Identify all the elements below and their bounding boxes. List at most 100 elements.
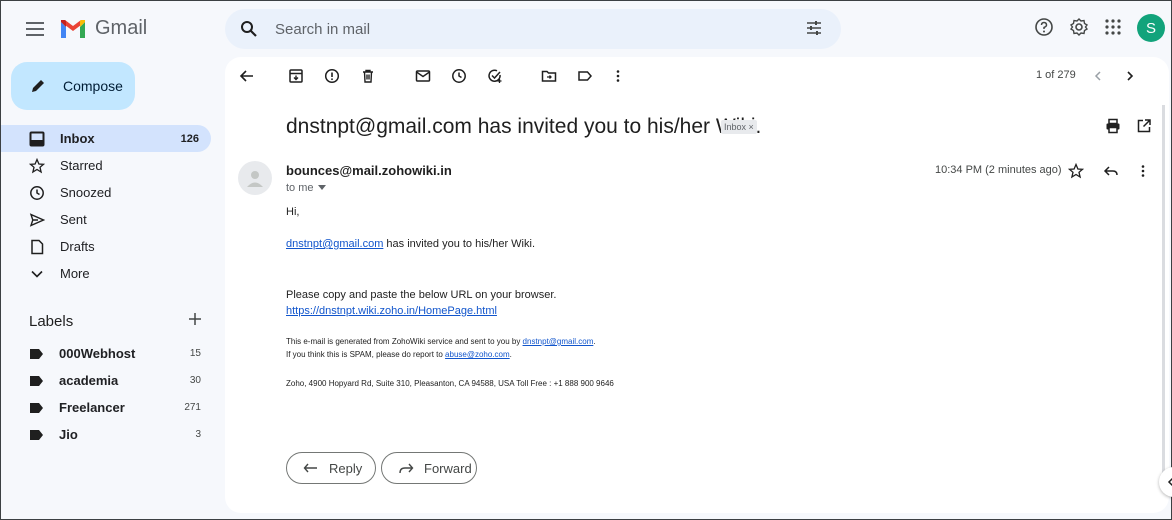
invite-text: has invited you to his/her Wiki. [383, 238, 535, 250]
caret-down-icon [317, 185, 326, 190]
more-vert-icon [1141, 165, 1145, 177]
label-tag-icon [30, 348, 43, 359]
add-to-tasks-button[interactable] [484, 65, 506, 87]
draft-icon [27, 239, 47, 255]
gmail-m-icon [61, 19, 85, 38]
delete-button[interactable] [357, 65, 379, 87]
more-vert-icon [616, 70, 620, 82]
footer-text: . [593, 337, 596, 346]
abuse-email-link[interactable]: abuse@zoho.com [445, 350, 510, 359]
report-spam-button[interactable] [321, 65, 343, 87]
reply-icon-button[interactable] [1100, 160, 1122, 182]
star-icon [27, 157, 47, 174]
forward-button[interactable]: Forward [381, 452, 477, 484]
unread-count: 126 [180, 132, 199, 145]
older-button[interactable] [1119, 65, 1141, 87]
forward-label: Forward [424, 460, 472, 476]
clock-icon [27, 185, 47, 201]
sidebar-item-label: Sent [60, 212, 87, 227]
main-menu-button[interactable] [23, 17, 47, 41]
reply-label: Reply [329, 460, 363, 476]
label-count: 30 [189, 375, 201, 386]
inbox-label-chip[interactable]: Inbox × [721, 120, 757, 134]
apps-grid-icon[interactable] [1099, 13, 1127, 41]
print-button[interactable] [1102, 115, 1124, 137]
pagination-text: 1 of 279 [1036, 69, 1076, 81]
label-tag-icon [30, 402, 43, 413]
message-more-button[interactable] [1132, 160, 1154, 182]
scrollbar[interactable] [1162, 105, 1165, 477]
inviter-link[interactable]: dnstnpt@gmail.com [286, 238, 383, 250]
sidebar-item-label: Drafts [60, 239, 95, 254]
search-icon[interactable] [237, 17, 261, 41]
chevron-down-icon [27, 266, 47, 282]
settings-gear-icon[interactable] [1065, 13, 1093, 41]
open-new-window-button[interactable] [1133, 115, 1155, 137]
label-count: 3 [195, 429, 201, 440]
recipient-details[interactable]: to me [286, 182, 326, 194]
gmail-logo[interactable]: Gmail [59, 17, 147, 40]
sidebar-item-drafts[interactable]: Drafts [1, 233, 211, 260]
archive-icon [289, 69, 303, 83]
labels-button[interactable] [574, 65, 596, 87]
email-greeting: Hi, [286, 206, 300, 218]
footer-email-link[interactable]: dnstnpt@gmail.com [523, 337, 594, 346]
search-input[interactable] [275, 20, 775, 38]
sidebar-item-sent[interactable]: Sent [1, 206, 211, 233]
labels-heading: Labels [29, 313, 74, 330]
create-label-button[interactable] [187, 311, 203, 327]
more-options-button[interactable] [607, 65, 629, 87]
forward-icon [399, 463, 414, 474]
mail-icon [415, 70, 431, 82]
label-tag-icon [30, 429, 43, 440]
label-name: Freelancer [59, 400, 125, 415]
support-icon[interactable] [1030, 13, 1058, 41]
folder-move-icon [541, 70, 557, 82]
label-item[interactable]: Freelancer 271 [1, 394, 211, 421]
wiki-url-link[interactable]: https://dnstnpt.wiki.zoho.in/HomePage.ht… [286, 305, 497, 317]
clock-icon [452, 69, 466, 83]
trash-icon [363, 69, 373, 83]
sidebar-item-snoozed[interactable]: Snoozed [1, 179, 211, 206]
arrow-back-icon [239, 70, 253, 82]
search-options-icon[interactable] [805, 19, 823, 37]
menu-icon [26, 22, 44, 36]
mark-unread-button[interactable] [412, 65, 434, 87]
company-address: Zoho, 4900 Hopyard Rd, Suite 310, Pleasa… [286, 379, 614, 388]
compose-button[interactable]: Compose [11, 62, 135, 110]
label-item[interactable]: academia 30 [1, 367, 211, 394]
footer-text: This e-mail is generated from ZohoWiki s… [286, 337, 523, 346]
reply-button[interactable]: Reply [286, 452, 376, 484]
account-avatar[interactable]: S [1137, 14, 1165, 42]
sidebar-item-more[interactable]: More [1, 260, 211, 287]
person-icon [247, 171, 263, 187]
search-bar[interactable] [225, 9, 841, 49]
label-name: 000Webhost [59, 346, 136, 361]
sidebar-item-label: Starred [60, 158, 103, 173]
email-subject: dnstnpt@gmail.com has invited you to his… [286, 115, 762, 138]
star-button[interactable] [1065, 160, 1087, 182]
chevron-left-icon [1094, 71, 1101, 81]
sender-avatar[interactable] [238, 161, 272, 195]
star-icon [1068, 163, 1084, 179]
footer-line-2: If you think this is SPAM, please do rep… [286, 350, 512, 359]
label-item[interactable]: 000Webhost 15 [1, 340, 211, 367]
sidebar-item-starred[interactable]: Starred [1, 152, 211, 179]
open-in-new-icon [1137, 119, 1151, 133]
label-count: 15 [189, 348, 201, 359]
back-button[interactable] [236, 65, 258, 87]
chevron-right-icon [1127, 71, 1134, 81]
snooze-button[interactable] [448, 65, 470, 87]
footer-text: If you think this is SPAM, please do rep… [286, 350, 446, 359]
label-item[interactable]: Jio 3 [1, 421, 211, 448]
sidebar-item-label: More [60, 266, 90, 281]
move-to-button[interactable] [538, 65, 560, 87]
sidebar-item-label: Inbox [60, 131, 95, 146]
archive-button[interactable] [285, 65, 307, 87]
sender-address[interactable]: bounces@mail.zohowiki.in [286, 163, 452, 178]
newer-button[interactable] [1087, 65, 1109, 87]
recipient-text: to me [286, 182, 314, 194]
sidebar-item-label: Snoozed [60, 185, 112, 200]
sidebar-item-inbox[interactable]: Inbox 126 [1, 125, 211, 152]
app-name: Gmail [95, 17, 148, 39]
